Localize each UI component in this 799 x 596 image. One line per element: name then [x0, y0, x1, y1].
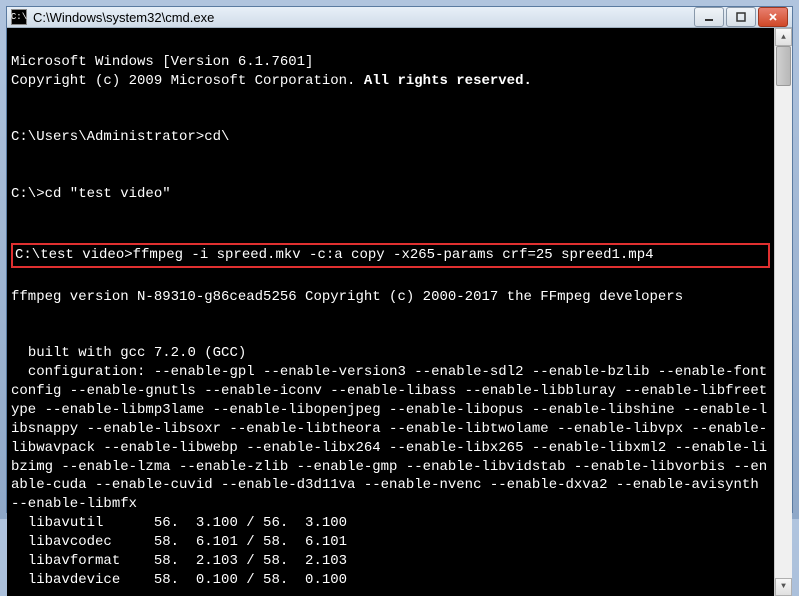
blank-line	[11, 91, 770, 110]
console-output[interactable]: Microsoft Windows [Version 6.1.7601] Cop…	[7, 28, 774, 596]
blank-line	[11, 147, 770, 166]
close-button[interactable]	[758, 7, 788, 27]
os-version-line: Microsoft Windows [Version 6.1.7601]	[11, 54, 313, 70]
console-area: Microsoft Windows [Version 6.1.7601] Cop…	[7, 28, 792, 596]
libavcodec-line: libavcodec 58. 6.101 / 58. 6.101	[11, 534, 347, 550]
vertical-scrollbar[interactable]: ▲ ▼	[774, 28, 792, 596]
minimize-button[interactable]	[694, 7, 724, 27]
blank-line	[11, 306, 770, 325]
configuration-line: configuration: --enable-gpl --enable-ver…	[11, 364, 767, 512]
scroll-down-arrow-icon[interactable]: ▼	[775, 578, 792, 596]
maximize-button[interactable]	[726, 7, 756, 27]
built-with-line: built with gcc 7.2.0 (GCC)	[11, 345, 246, 361]
blank-line	[11, 204, 770, 223]
scroll-thumb[interactable]	[776, 46, 791, 86]
libavdevice-line: libavdevice 58. 0.100 / 58. 0.100	[11, 572, 347, 588]
libavutil-line: libavutil 56. 3.100 / 56. 3.100	[11, 515, 347, 531]
window-controls	[694, 7, 788, 27]
prompt-cd-root: C:\Users\Administrator>cd\	[11, 129, 229, 145]
cmd-window: C:\ C:\Windows\system32\cmd.exe Microsof…	[6, 6, 793, 513]
scroll-up-arrow-icon[interactable]: ▲	[775, 28, 792, 46]
libavformat-line: libavformat 58. 2.103 / 58. 2.103	[11, 553, 347, 569]
highlighted-command: C:\test video>ffmpeg -i spreed.mkv -c:a …	[11, 243, 770, 268]
scroll-track[interactable]	[775, 46, 792, 578]
titlebar[interactable]: C:\ C:\Windows\system32\cmd.exe	[7, 7, 792, 28]
prompt-cd-testvideo: C:\>cd "test video"	[11, 186, 171, 202]
cmd-icon: C:\	[11, 9, 27, 25]
copyright-line: Copyright (c) 2009 Microsoft Corporation…	[11, 73, 532, 89]
ffmpeg-version-line: ffmpeg version N-89310-g86cead5256 Copyr…	[11, 289, 683, 305]
window-title: C:\Windows\system32\cmd.exe	[33, 10, 694, 25]
